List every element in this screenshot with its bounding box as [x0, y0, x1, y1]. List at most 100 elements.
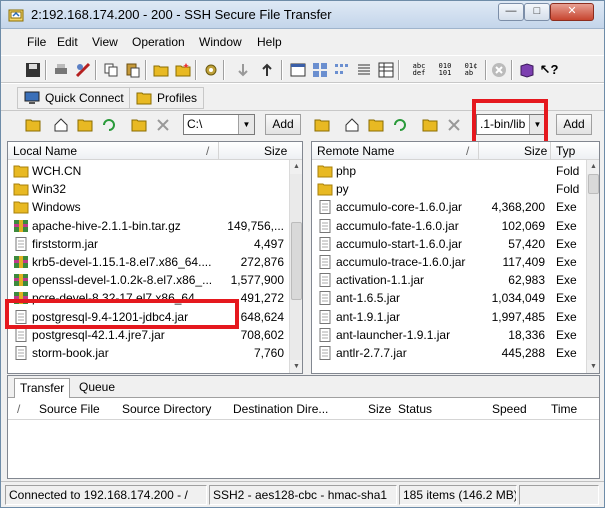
menu-help[interactable]: Help: [257, 35, 282, 49]
paste-icon[interactable]: [123, 60, 143, 80]
remote-scrollbar[interactable]: ▲ ▼: [586, 160, 599, 373]
local-file-name: firststorm.jar: [32, 236, 98, 251]
local-file-row[interactable]: storm-book.jar 7,760: [8, 344, 302, 362]
local-file-row[interactable]: WCH.CN: [8, 162, 302, 180]
download-arrow-icon[interactable]: [233, 60, 253, 80]
menu-window[interactable]: Window: [199, 35, 242, 49]
copy-icon[interactable]: [101, 60, 121, 80]
help-book-icon[interactable]: [517, 60, 537, 80]
local-delete-icon[interactable]: [153, 115, 173, 135]
local-home-icon[interactable]: [51, 115, 71, 135]
remote-file-row[interactable]: accumulo-core-1.6.0.jar 4,368,200 Exe: [312, 198, 599, 216]
local-file-list[interactable]: Local Name / Size WCH.CN Win32 Windows apac…: [7, 141, 303, 374]
remote-file-row[interactable]: accumulo-fate-1.6.0.jar 102,069 Exe: [312, 217, 599, 235]
col-source-directory[interactable]: Source Directory: [122, 402, 211, 416]
details-view-icon[interactable]: [376, 60, 396, 80]
new-folder-icon[interactable]: [173, 60, 193, 80]
remote-type-column[interactable]: Typ: [556, 144, 575, 158]
local-parent-folder-icon[interactable]: [23, 115, 43, 135]
remote-refresh-icon[interactable]: [390, 115, 410, 135]
remote-file-type: Fold: [556, 164, 580, 178]
remote-file-row[interactable]: accumulo-trace-1.6.0.jar 117,409 Exe: [312, 253, 599, 271]
local-file-row[interactable]: apache-hive-2.1.1-bin.tar.gz 149,756,...: [8, 217, 302, 235]
local-file-row[interactable]: krb5-devel-1.15.1-8.el7.x86_64.... 272,87…: [8, 253, 302, 271]
tab-transfer[interactable]: Transfer: [14, 378, 71, 398]
remote-file-row[interactable]: activation-1.1.jar 62,983 Exe: [312, 271, 599, 289]
local-scrollbar[interactable]: ▲ ▼: [289, 160, 302, 373]
col-time[interactable]: Time: [551, 402, 577, 416]
close-button[interactable]: ✕: [550, 3, 594, 21]
folder-up-icon[interactable]: [151, 60, 171, 80]
remote-name-column[interactable]: Remote Name: [317, 144, 394, 158]
local-file-size: 7,760: [253, 346, 284, 360]
auto-mode-icon[interactable]: 01¢ ab: [459, 60, 483, 80]
scroll-up-icon[interactable]: ▲: [290, 160, 302, 174]
profiles-button[interactable]: Profiles: [129, 87, 205, 109]
remote-file-row[interactable]: py Fold: [312, 180, 599, 198]
local-refresh-icon[interactable]: [99, 115, 119, 135]
disconnect-icon[interactable]: [73, 60, 93, 80]
stop-icon[interactable]: [489, 60, 509, 80]
remote-scroll-down-icon[interactable]: ▼: [587, 360, 599, 373]
remote-delete-icon[interactable]: [444, 115, 464, 135]
local-file-row[interactable]: Win32: [8, 180, 302, 198]
remote-scroll-up-icon[interactable]: ▲: [587, 160, 599, 174]
local-file-row[interactable]: firststorm.jar 4,497: [8, 235, 302, 253]
local-path-dropdown-icon[interactable]: ▼: [238, 115, 254, 134]
menu-edit[interactable]: Edit: [57, 35, 78, 49]
local-scroll-thumb[interactable]: [291, 222, 302, 300]
col-destination-directory[interactable]: Destination Dire...: [233, 402, 328, 416]
context-help-icon[interactable]: ↖?: [539, 60, 559, 80]
remote-add-button[interactable]: Add: [556, 114, 592, 135]
local-file-row[interactable]: Windows: [8, 198, 302, 216]
local-size-column[interactable]: Size: [264, 144, 287, 158]
print-icon[interactable]: [51, 60, 71, 80]
maximize-button[interactable]: □: [524, 3, 550, 21]
remote-file-row[interactable]: antlr-2.7.7.jar 445,288 Exe: [312, 344, 599, 362]
remote-folder-up-icon[interactable]: [366, 115, 386, 135]
window-view-icon[interactable]: [288, 60, 308, 80]
scroll-down-icon[interactable]: ▼: [290, 360, 302, 373]
remote-parent-folder-icon[interactable]: [312, 115, 332, 135]
remote-file-type: Exe: [556, 346, 577, 360]
upload-arrow-icon[interactable]: [257, 60, 277, 80]
col-size[interactable]: Size: [368, 402, 391, 416]
menu-file[interactable]: File: [27, 35, 46, 49]
remote-file-row[interactable]: ant-1.9.1.jar 1,997,485 Exe: [312, 308, 599, 326]
list-view-icon[interactable]: [354, 60, 374, 80]
binary-mode-icon[interactable]: 010 101: [433, 60, 457, 80]
minimize-button[interactable]: —: [498, 3, 524, 21]
remote-file-row[interactable]: ant-launcher-1.9.1.jar 18,336 Exe: [312, 326, 599, 344]
remote-file-row[interactable]: accumulo-start-1.6.0.jar 57,420 Exe: [312, 235, 599, 253]
remote-file-type: Fold: [556, 182, 580, 197]
small-icons-icon[interactable]: [332, 60, 352, 80]
local-file-row[interactable]: openssl-devel-1.0.2k-8.el7.x86_... 1,577,…: [8, 271, 302, 289]
folder-icon: [13, 201, 29, 214]
remote-file-row[interactable]: ant-1.6.5.jar 1,034,049 Exe: [312, 289, 599, 307]
local-add-button[interactable]: Add: [265, 114, 301, 135]
local-list-header: Local Name / Size: [8, 142, 302, 160]
local-name-column[interactable]: Local Name: [13, 144, 77, 158]
save-icon[interactable]: [23, 60, 43, 80]
quick-connect-button[interactable]: Quick Connect: [17, 87, 131, 109]
local-folder-up-icon[interactable]: [75, 115, 95, 135]
remote-size-column[interactable]: Size: [524, 144, 547, 158]
remote-file-row[interactable]: php Fold: [312, 162, 599, 180]
remote-file-list[interactable]: Remote Name / Size Typ php Fold py Fold accu…: [311, 141, 600, 374]
local-path-combo[interactable]: C:\ ▼: [183, 114, 255, 135]
menu-view[interactable]: View: [92, 35, 118, 49]
status-connection: Connected to 192.168.174.200 - /: [5, 485, 207, 505]
large-icons-icon[interactable]: [310, 60, 330, 80]
col-speed[interactable]: Speed: [492, 402, 527, 416]
tab-queue[interactable]: Queue: [74, 378, 120, 398]
remote-scroll-thumb[interactable]: [588, 174, 599, 194]
ascii-mode-icon[interactable]: abc def: [407, 60, 431, 80]
col-source-file[interactable]: Source File: [39, 402, 100, 416]
remote-home-icon[interactable]: [342, 115, 362, 135]
settings-icon[interactable]: [201, 60, 221, 80]
col-status[interactable]: Status: [398, 402, 432, 416]
file-icon: [319, 255, 331, 269]
remote-new-folder-icon[interactable]: [420, 115, 440, 135]
local-new-folder-icon[interactable]: [129, 115, 149, 135]
menu-operation[interactable]: Operation: [132, 35, 185, 49]
